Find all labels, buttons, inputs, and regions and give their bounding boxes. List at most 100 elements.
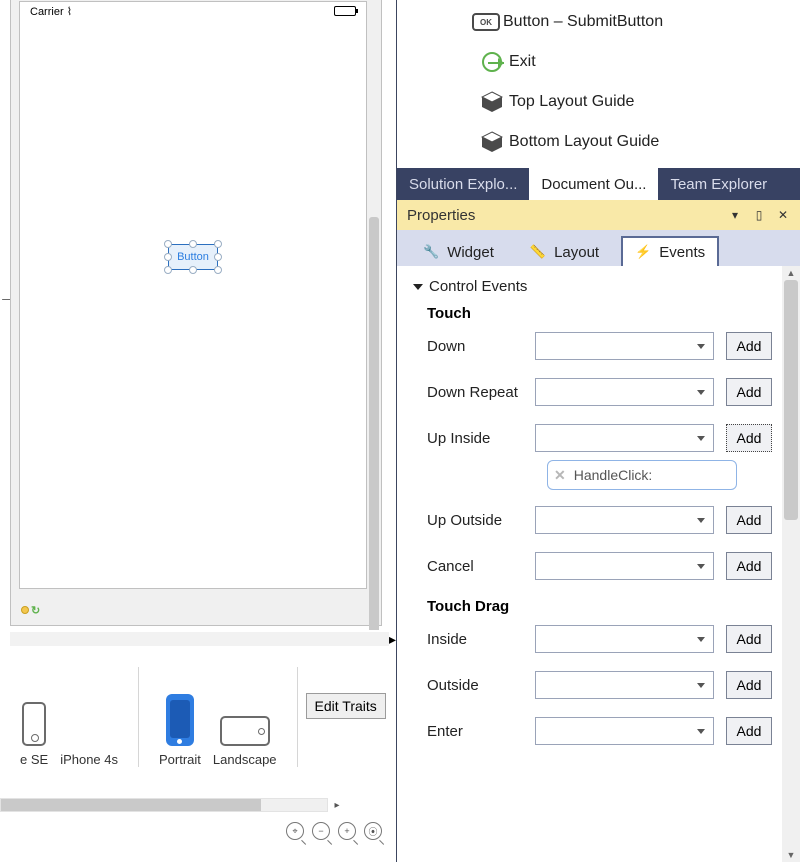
phone-landscape-icon	[220, 716, 270, 746]
add-button-down-repeat[interactable]: Add	[726, 378, 772, 406]
section-control-events[interactable]: Control Events	[415, 278, 772, 295]
resize-handle[interactable]	[164, 266, 172, 274]
lightning-icon: ⚡	[635, 244, 651, 260]
chevron-down-icon	[697, 683, 705, 688]
tab-widget[interactable]: 🔧Widget	[409, 236, 508, 269]
wrench-icon: 🔧	[423, 244, 439, 260]
outline-row-button[interactable]: OK Button – SubmitButton	[397, 2, 800, 42]
event-row-down-repeat: Down Repeat Add	[415, 378, 772, 406]
group-touch-drag: Touch Drag	[427, 598, 772, 615]
zoom-actual-button[interactable]: ⦿	[364, 822, 382, 840]
resize-handle[interactable]	[189, 240, 197, 248]
scroll-up-icon[interactable]: ▲	[782, 266, 800, 280]
cube-icon	[475, 131, 509, 153]
add-button-drag-inside[interactable]: Add	[726, 625, 772, 653]
event-row-up-inside: Up Inside Add	[415, 424, 772, 452]
event-row-down: Down Add	[415, 332, 772, 360]
battery-icon	[334, 6, 356, 16]
outline-row-bottom-guide[interactable]: Bottom Layout Guide	[397, 122, 800, 162]
pin-icon[interactable]: ▯	[752, 208, 766, 222]
add-button-down[interactable]: Add	[726, 332, 772, 360]
resize-handle[interactable]	[214, 266, 222, 274]
cube-icon	[475, 91, 509, 113]
event-row-drag-outside: Outside Add	[415, 671, 772, 699]
edit-traits-button[interactable]: Edit Traits	[306, 693, 386, 719]
document-outline-tree: OK Button – SubmitButton Exit Top Layout…	[397, 0, 800, 168]
tab-layout[interactable]: 📏Layout	[516, 236, 613, 269]
resize-handle[interactable]	[214, 240, 222, 248]
event-combo-drag-inside[interactable]	[535, 625, 714, 653]
chevron-down-icon	[697, 390, 705, 395]
orientation-portrait[interactable]: Portrait	[159, 694, 201, 767]
events-panel: Control Events Touch Down Add Down Repea…	[397, 266, 782, 862]
exit-icon	[482, 52, 502, 72]
zoom-in-button[interactable]: +	[338, 822, 356, 840]
handler-tag-up-inside[interactable]: ✕ HandleClick:	[547, 460, 737, 490]
group-touch: Touch	[427, 305, 772, 322]
chevron-down-icon	[697, 637, 705, 642]
event-combo-down-repeat[interactable]	[535, 378, 714, 406]
device-frame: Carrier ⌇ Button	[19, 1, 367, 589]
event-combo-drag-enter[interactable]	[535, 717, 714, 745]
orientation-picker: Portrait Landscape	[139, 667, 298, 767]
add-button-drag-enter[interactable]: Add	[726, 717, 772, 745]
resize-handle[interactable]	[164, 240, 172, 248]
close-icon[interactable]: ✕	[776, 208, 790, 222]
zoom-fit-button[interactable]: ⌖	[286, 822, 304, 840]
device-status-bar: Carrier ⌇	[20, 2, 366, 20]
event-row-drag-inside: Inside Add	[415, 625, 772, 653]
dropdown-icon[interactable]: ▾	[728, 208, 742, 222]
selected-button-control[interactable]: Button	[168, 244, 218, 270]
event-row-cancel: Cancel Add	[415, 552, 772, 580]
disclosure-triangle-icon	[413, 284, 423, 290]
add-button-up-inside[interactable]: Add	[726, 424, 772, 452]
chevron-down-icon	[697, 344, 705, 349]
event-combo-cancel[interactable]	[535, 552, 714, 580]
device-iphone-se[interactable]: e SE	[20, 702, 48, 767]
outline-row-top-guide[interactable]: Top Layout Guide	[397, 82, 800, 122]
device-picker: e SE iPhone 4s	[0, 667, 139, 767]
event-combo-drag-outside[interactable]	[535, 671, 714, 699]
button-text: Button	[177, 251, 209, 263]
chevron-down-icon	[697, 564, 705, 569]
add-button-up-outside[interactable]: Add	[726, 506, 772, 534]
tab-solution-explorer[interactable]: Solution Explo...	[397, 168, 529, 200]
resize-handle[interactable]	[189, 266, 197, 274]
outline-row-exit[interactable]: Exit	[397, 42, 800, 82]
ruler-icon: 📏	[530, 244, 546, 260]
canvas-vertical-scrollbar[interactable]	[367, 0, 381, 575]
chevron-down-icon	[697, 729, 705, 734]
wifi-icon: ⌇	[67, 5, 72, 18]
tab-document-outline[interactable]: Document Ou...	[529, 168, 658, 200]
chevron-down-icon	[697, 518, 705, 523]
tab-events[interactable]: ⚡Events	[621, 236, 719, 269]
remove-handler-icon[interactable]: ✕	[554, 467, 566, 484]
chevron-down-icon	[697, 436, 705, 441]
refresh-icon: ↻	[31, 605, 40, 617]
canvas-horizontal-scrollbar[interactable]: ▸	[10, 630, 396, 648]
scroll-down-icon[interactable]: ▼	[782, 848, 800, 862]
orientation-landscape[interactable]: Landscape	[213, 716, 277, 767]
designer-canvas[interactable]: Carrier ⌇ Button ↻	[10, 0, 382, 626]
event-row-up-outside: Up Outside Add	[415, 506, 772, 534]
device-iphone-4s[interactable]: iPhone 4s	[60, 746, 118, 767]
resize-handle[interactable]	[164, 253, 172, 261]
event-combo-down[interactable]	[535, 332, 714, 360]
device-bar-scrollbar[interactable]: ▸	[0, 796, 346, 814]
properties-header: Properties ▾ ▯ ✕	[397, 200, 800, 230]
zoom-out-button[interactable]: −	[312, 822, 330, 840]
resize-handle[interactable]	[214, 253, 222, 261]
carrier-label: Carrier	[30, 6, 64, 18]
phone-icon	[22, 702, 46, 746]
add-button-drag-outside[interactable]: Add	[726, 671, 772, 699]
add-button-cancel[interactable]: Add	[726, 552, 772, 580]
event-combo-up-inside[interactable]	[535, 424, 714, 452]
events-vertical-scrollbar[interactable]: ▲ ▼	[782, 266, 800, 862]
ok-button-icon: OK	[472, 13, 500, 31]
phone-portrait-icon	[166, 694, 194, 746]
properties-title: Properties	[407, 207, 475, 224]
explorer-tab-strip: Solution Explo... Document Ou... Team Ex…	[397, 168, 800, 200]
event-combo-up-outside[interactable]	[535, 506, 714, 534]
warning-dot-icon	[21, 606, 29, 614]
tab-team-explorer[interactable]: Team Explorer	[658, 168, 779, 200]
